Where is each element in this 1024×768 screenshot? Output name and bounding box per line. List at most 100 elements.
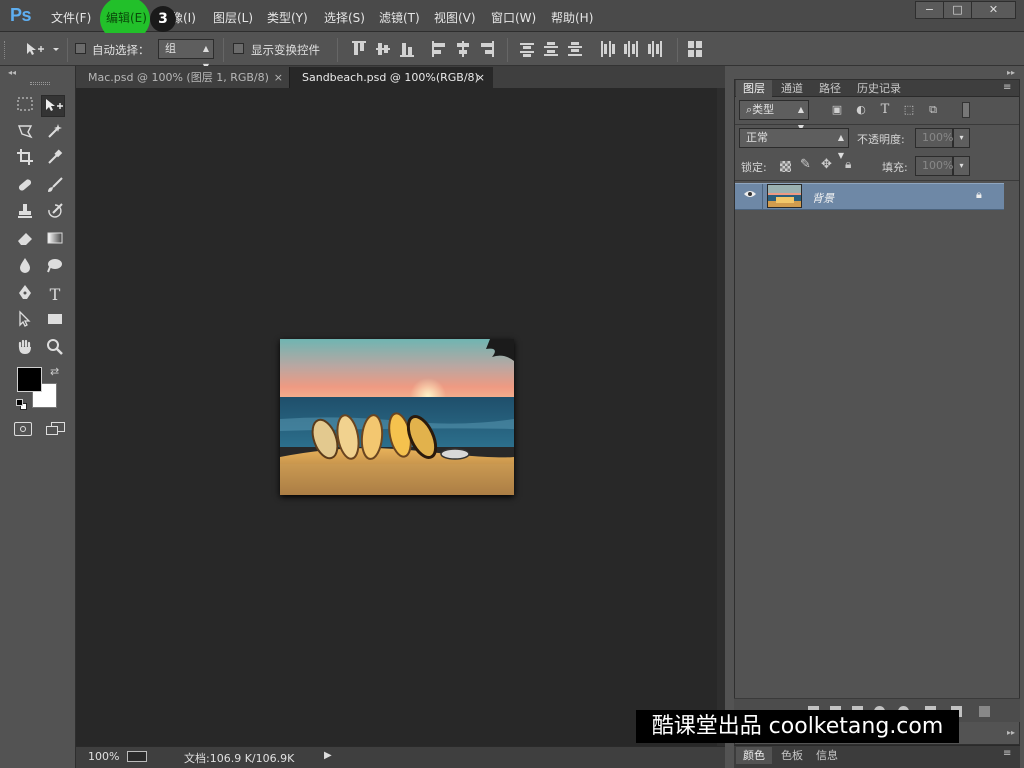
gradient-tool-icon[interactable] (43, 229, 67, 251)
tab-info[interactable]: 信息 (812, 747, 842, 764)
align-right-edges-icon[interactable] (480, 41, 494, 57)
collapse-toolbox-icon[interactable]: ◂◂ (8, 68, 16, 77)
close-tab-icon[interactable]: × (274, 67, 283, 88)
zoom-tool-icon[interactable] (43, 338, 67, 360)
collapse-panels-icon[interactable]: ▸▸ (1007, 68, 1015, 77)
distribute-left-icon[interactable] (600, 41, 615, 57)
tab-channels[interactable]: 通道 (774, 80, 810, 97)
menu-window[interactable]: 窗口(W) (491, 9, 536, 26)
align-horizontal-centers-icon[interactable] (456, 41, 470, 57)
menu-edit[interactable]: 编辑(E) (106, 9, 147, 26)
divider (762, 184, 763, 209)
quick-mask-icon[interactable] (14, 422, 32, 436)
pen-tool-icon[interactable] (13, 284, 37, 306)
crop-tool-icon[interactable] (13, 148, 37, 170)
distribute-vertical-centers-icon[interactable] (544, 41, 558, 57)
filter-toggle-switch[interactable] (962, 102, 970, 118)
layer-filter-kind-dropdown[interactable]: ⌕类型 ▲▼ (739, 100, 809, 132)
menu-file[interactable]: 文件(F) (51, 9, 91, 26)
default-colors-icon[interactable] (16, 399, 27, 410)
restore-button[interactable]: □ (943, 1, 972, 19)
fill-dropdown-arrow-icon[interactable]: ▾ (953, 156, 970, 176)
auto-select-target-dropdown[interactable]: 组 ▲▼ (158, 39, 214, 71)
lock-image-pixels-icon[interactable]: ✎ (800, 157, 811, 172)
tab-history[interactable]: 历史记录 (850, 80, 908, 97)
distribute-bottom-icon[interactable] (568, 41, 582, 57)
document-image-beach-sandals[interactable] (280, 339, 514, 495)
opacity-dropdown-arrow-icon[interactable]: ▾ (953, 128, 970, 148)
panel-menu-icon[interactable]: ≡ (1003, 82, 1011, 93)
tab-color[interactable]: 颜色 (736, 747, 772, 764)
lock-position-icon[interactable]: ✥ (821, 157, 832, 172)
eraser-tool-icon[interactable] (13, 229, 37, 251)
tab-swatches[interactable]: 色板 (774, 747, 810, 764)
hand-tool-icon[interactable] (13, 338, 37, 360)
status-menu-arrow-icon[interactable]: ▶ (324, 750, 332, 761)
separator (67, 38, 68, 62)
type-tool-icon[interactable]: T (43, 284, 67, 306)
menu-view[interactable]: 视图(V) (434, 9, 476, 26)
panel-menu-icon[interactable]: ≡ (1003, 748, 1011, 759)
vertical-scrollbar[interactable] (717, 88, 725, 746)
layer-name[interactable]: 背景 (812, 190, 834, 206)
tab-layers[interactable]: 图层 (736, 80, 772, 97)
close-window-button[interactable]: ✕ (971, 1, 1016, 19)
delete-layer-icon[interactable] (979, 706, 990, 717)
align-vertical-centers-icon[interactable] (376, 41, 390, 57)
magic-wand-tool-icon[interactable] (43, 122, 67, 144)
menu-layer[interactable]: 图层(L) (213, 9, 253, 26)
eyedropper-tool-icon[interactable] (43, 148, 67, 170)
zoom-level[interactable]: 100% (88, 750, 119, 763)
distribute-right-icon[interactable] (648, 41, 662, 57)
dodge-tool-icon[interactable] (43, 256, 67, 278)
document-tab-sandbeach[interactable]: Sandbeach.psd @ 100%(RGB/8) × (289, 67, 493, 88)
divider (735, 124, 1019, 125)
rectangular-marquee-tool-icon[interactable] (13, 96, 37, 118)
collapse-bottom-panels-icon[interactable]: ▸▸ (1007, 728, 1015, 737)
blend-mode-dropdown[interactable]: 正常 ▲ ▼ (739, 128, 849, 160)
lock-all-icon[interactable]: 🔒︎ (845, 157, 851, 172)
eye-visibility-icon[interactable] (743, 189, 757, 199)
menu-type[interactable]: 类型(Y) (267, 9, 308, 26)
lasso-tool-icon[interactable] (13, 122, 37, 144)
auto-select-label: 自动选择： (92, 43, 150, 57)
auto-select-checkbox[interactable] (75, 43, 86, 54)
align-left-edges-icon[interactable] (432, 41, 446, 57)
distribute-top-icon[interactable] (520, 41, 534, 57)
align-top-edges-icon[interactable] (352, 41, 366, 57)
shape-layer-filter-icon[interactable]: ⬚ (901, 102, 917, 118)
separator (337, 38, 338, 62)
spot-healing-brush-tool-icon[interactable] (13, 176, 37, 198)
tool-preset-picker[interactable] (24, 40, 62, 58)
menu-select[interactable]: 选择(S) (324, 9, 365, 26)
lock-transparent-pixels-icon[interactable] (780, 161, 791, 172)
distribute-horizontal-centers-icon[interactable] (624, 41, 638, 57)
blur-tool-icon[interactable] (13, 256, 37, 278)
rectangle-tool-icon[interactable] (43, 310, 67, 332)
menu-filter[interactable]: 滤镜(T) (379, 9, 420, 26)
opacity-input[interactable]: 100% (915, 128, 953, 148)
history-brush-tool-icon[interactable] (43, 202, 67, 224)
foreground-color-swatch[interactable] (17, 367, 42, 392)
auto-align-layers-icon[interactable] (688, 41, 702, 57)
brush-tool-icon[interactable] (43, 176, 67, 198)
swap-colors-icon[interactable]: ⇄ (50, 365, 59, 378)
show-transform-checkbox[interactable] (233, 43, 244, 54)
watermark-banner: 酷课堂出品 coolketang.com (636, 710, 959, 743)
clone-stamp-tool-icon[interactable] (13, 202, 37, 224)
share-icon[interactable] (127, 751, 147, 762)
path-selection-tool-icon[interactable] (13, 310, 37, 332)
close-tab-icon[interactable]: × (476, 67, 485, 88)
align-bottom-edges-icon[interactable] (400, 41, 414, 57)
type-layer-filter-icon[interactable]: T (877, 102, 893, 118)
tab-paths[interactable]: 路径 (812, 80, 848, 97)
fill-input[interactable]: 100% (915, 156, 953, 176)
adjustment-layer-filter-icon[interactable]: ◐ (853, 102, 869, 118)
pixel-layer-filter-icon[interactable]: ▣ (829, 102, 845, 118)
move-tool-icon[interactable] (41, 95, 65, 117)
menu-help[interactable]: 帮助(H) (551, 9, 593, 26)
screen-mode-icon[interactable] (46, 422, 66, 436)
minimize-button[interactable]: − (915, 1, 944, 19)
document-tab-mac[interactable]: Mac.psd @ 100% (图层 1, RGB/8) × (76, 67, 289, 88)
smart-object-filter-icon[interactable]: ⧉ (925, 102, 941, 118)
